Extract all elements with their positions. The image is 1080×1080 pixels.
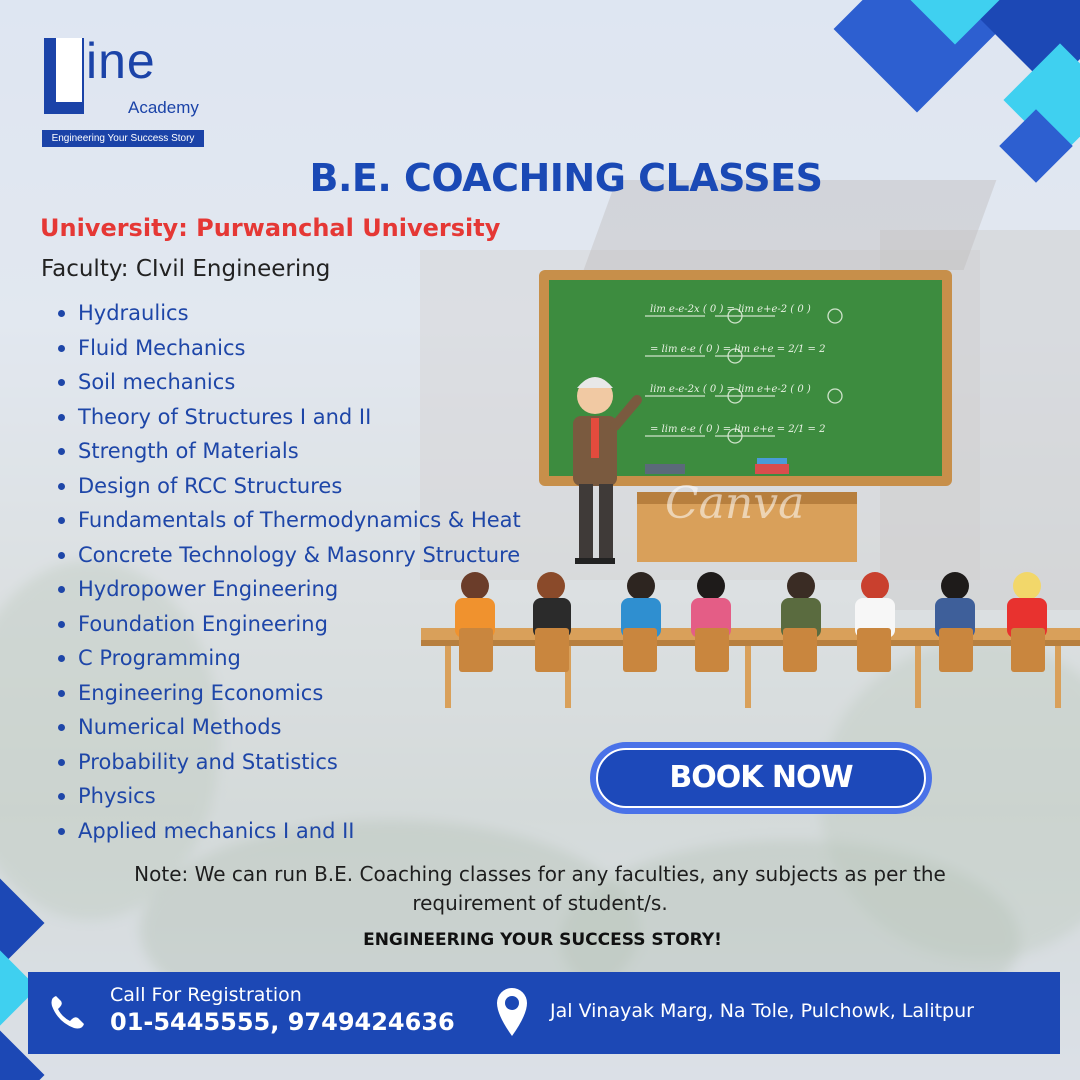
faculty-label: Faculty: CIvil Engineering <box>41 256 331 282</box>
location-pin-icon <box>497 988 527 1036</box>
list-item: Probability and Statistics <box>56 745 521 780</box>
university-label: University: Purwanchal University <box>40 214 501 242</box>
list-item: Applied mechanics I and II <box>56 814 521 849</box>
logo-l-mark-inner <box>56 38 82 102</box>
list-item: Physics <box>56 779 521 814</box>
list-item: Numerical Methods <box>56 710 521 745</box>
call-for-registration-label: Call For Registration <box>110 984 302 1006</box>
phone-numbers[interactable]: 01-5445555, 9749424636 <box>110 1008 455 1036</box>
students-row <box>421 572 1080 708</box>
svg-text:lim e-e-2x ( 0 ) = lim e+e-: lim e-e-2x ( 0 ) = lim e+e-2 ( 0 ) <box>650 384 811 395</box>
logo-tagline: Engineering Your Success Story <box>42 130 204 147</box>
book-now-label[interactable]: BOOK NOW <box>596 748 926 808</box>
phone-icon[interactable] <box>46 990 90 1034</box>
watermark-canva: Canva <box>665 478 804 529</box>
note-text: Note: We can run B.E. Coaching classes f… <box>134 862 946 915</box>
logo-subtext: Academy <box>128 98 199 117</box>
book-now-button[interactable]: BOOK NOW <box>590 742 932 814</box>
logo-text: ine <box>86 33 156 89</box>
page-title: B.E. COACHING CLASSES <box>309 156 823 200</box>
address-text: Jal Vinayak Marg, Na Tole, Pulchowk, Lal… <box>550 1000 974 1022</box>
poster: ine Academy Engineering Your Success Sto… <box>0 0 1080 1080</box>
slogan-text: ENGINEERING YOUR SUCCESS STORY! <box>363 930 722 950</box>
line-academy-logo: ine Academy Engineering Your Success Sto… <box>42 33 206 150</box>
svg-text:= lim e-e ( 0 ) = lim e+e: = lim e-e ( 0 ) = lim e+e = 2/1 = 2 <box>650 344 825 355</box>
classroom-illustration: lim e-e-2x ( 0 ) = lim e+e-2 ( 0 ) = lim… <box>421 270 1080 708</box>
svg-text:= lim e-e ( 0 ) = lim e+e: = lim e-e ( 0 ) = lim e+e = 2/1 = 2 <box>650 424 825 435</box>
svg-text:lim e-e-2x ( 0 ) = lim e+e-: lim e-e-2x ( 0 ) = lim e+e-2 ( 0 ) <box>650 304 811 315</box>
contact-footer: Call For Registration 01-5445555, 974942… <box>28 972 1060 1054</box>
